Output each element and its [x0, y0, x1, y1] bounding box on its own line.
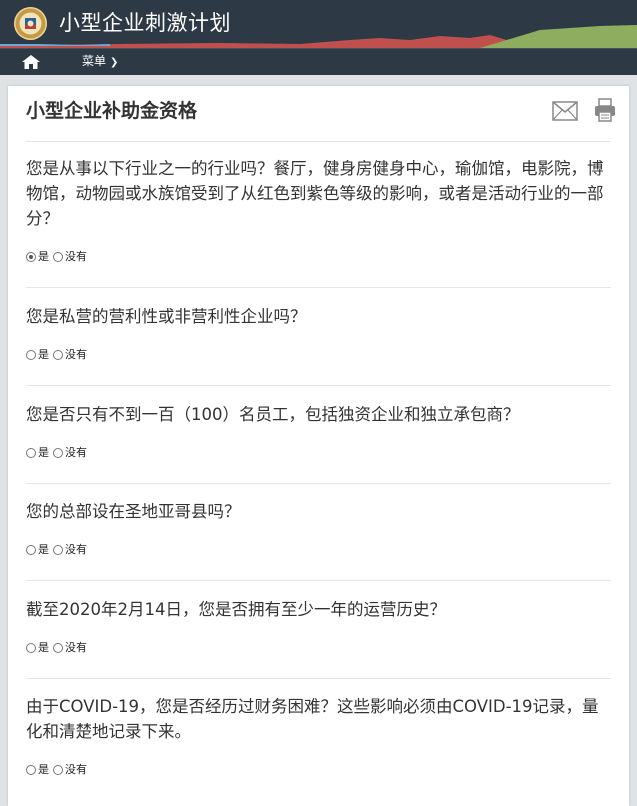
- radio-yes[interactable]: [26, 545, 36, 555]
- radio-no-label[interactable]: 没有: [65, 543, 87, 557]
- page-title: 小型企业补助金资格: [26, 100, 198, 122]
- radio-no[interactable]: [53, 350, 63, 360]
- radio-no[interactable]: [53, 765, 63, 775]
- radio-no-label[interactable]: 没有: [65, 763, 87, 777]
- menu-label: 菜单: [82, 54, 107, 68]
- radio-no-label[interactable]: 没有: [65, 446, 87, 460]
- radio-yes[interactable]: [26, 252, 36, 262]
- radio-no[interactable]: [53, 643, 63, 653]
- eligibility-card: 小型企业补助金资格 您是从事以下行业之一的行业吗？餐厅，健身房健身中心，瑜伽馆，…: [8, 86, 629, 806]
- radio-yes-label[interactable]: 是: [38, 763, 49, 777]
- question-options: 是 没有: [26, 348, 91, 362]
- chevron-down-icon: ❯: [110, 57, 119, 68]
- question-text: 截至2020年2月14日，您是否拥有至少一年的运营历史？: [26, 600, 446, 619]
- home-icon: [22, 55, 40, 69]
- question-options: 是 没有: [26, 446, 91, 460]
- print-button[interactable]: [594, 98, 616, 126]
- county-seal-logo[interactable]: [14, 7, 47, 40]
- menu-button[interactable]: 菜单 ❯: [82, 52, 118, 72]
- question-divider: [26, 287, 611, 288]
- radio-yes[interactable]: [26, 643, 36, 653]
- radio-yes[interactable]: [26, 448, 36, 458]
- radio-no[interactable]: [53, 448, 63, 458]
- question-4: 您的总部设在圣地亚哥县吗？ 是 没有: [26, 499, 611, 581]
- question-text: 您是从事以下行业之一的行业吗？餐厅，健身房健身中心，瑜伽馆，电影院，博物馆，动物…: [26, 159, 604, 228]
- question-3: 您是否只有不到一百（100）名员工，包括独资企业和独立承包商？ 是 没有: [26, 402, 611, 484]
- question-5: 截至2020年2月14日，您是否拥有至少一年的运营历史？ 是 没有: [26, 597, 611, 679]
- question-text: 您是否只有不到一百（100）名员工，包括独资企业和独立承包商？: [26, 405, 520, 424]
- print-icon: [595, 98, 615, 122]
- radio-yes[interactable]: [26, 350, 36, 360]
- radio-no[interactable]: [53, 545, 63, 555]
- radio-yes-label[interactable]: 是: [38, 250, 49, 264]
- radio-yes-label[interactable]: 是: [38, 348, 49, 362]
- question-options: 是 没有: [26, 250, 91, 264]
- home-button[interactable]: [21, 53, 41, 71]
- question-text: 您是私营的营利性或非营利性企业吗？: [26, 307, 307, 326]
- email-button[interactable]: [552, 101, 578, 125]
- question-text: 您的总部设在圣地亚哥县吗？: [26, 502, 241, 521]
- question-6: 由于COVID-19，您是否经历过财务困难？这些影响必须由COVID-19记录，…: [26, 694, 611, 776]
- question-divider: [26, 483, 611, 484]
- radio-no[interactable]: [53, 252, 63, 262]
- mail-icon: [552, 101, 578, 121]
- radio-yes-label[interactable]: 是: [38, 543, 49, 557]
- question-options: 是 没有: [26, 641, 91, 655]
- question-1: 您是从事以下行业之一的行业吗？餐厅，健身房健身中心，瑜伽馆，电影院，博物馆，动物…: [26, 156, 611, 288]
- question-options: 是 没有: [26, 763, 91, 777]
- question-2: 您是私营的营利性或非营利性企业吗？ 是 没有: [26, 304, 611, 386]
- app-header: 小型企业刺激计划: [0, 0, 637, 48]
- question-divider: [26, 678, 611, 679]
- nav-bar: 菜单 ❯: [0, 48, 637, 75]
- question-options: 是 没有: [26, 543, 91, 557]
- question-divider: [26, 385, 611, 386]
- radio-yes-label[interactable]: 是: [38, 446, 49, 460]
- app-title: 小型企业刺激计划: [59, 11, 231, 35]
- question-divider: [26, 580, 611, 581]
- radio-no-label[interactable]: 没有: [65, 348, 87, 362]
- radio-yes[interactable]: [26, 765, 36, 775]
- radio-no-label[interactable]: 没有: [65, 641, 87, 655]
- question-text: 由于COVID-19，您是否经历过财务困难？这些影响必须由COVID-19记录，…: [26, 697, 599, 741]
- radio-yes-label[interactable]: 是: [38, 641, 49, 655]
- title-divider: [26, 141, 611, 142]
- radio-no-label[interactable]: 没有: [65, 250, 87, 264]
